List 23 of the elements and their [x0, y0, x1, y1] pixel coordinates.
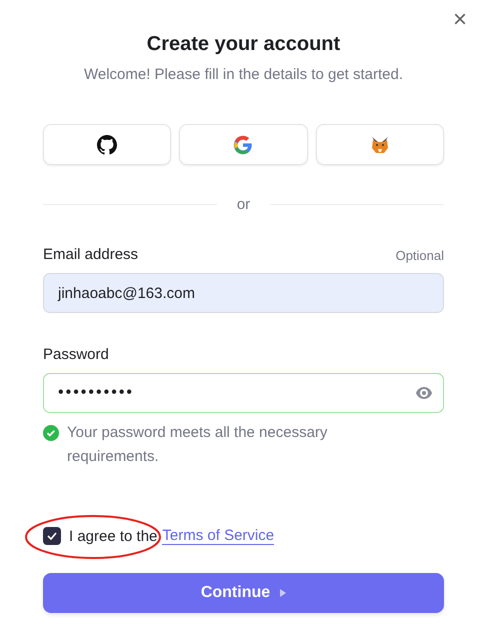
caret-icon — [280, 589, 286, 597]
github-icon — [97, 134, 118, 154]
divider-label: or — [236, 196, 250, 213]
password-message: Your password meets all the necessary requirements. — [67, 423, 328, 467]
password-label: Password — [43, 346, 109, 363]
terms-link[interactable]: Terms of Service — [162, 527, 274, 545]
close-button[interactable]: × — [448, 8, 471, 32]
google-icon — [233, 134, 254, 154]
subtitle: Welcome! Please fill in the details to get started. — [82, 66, 404, 83]
continue-button[interactable]: Continue — [43, 573, 444, 613]
email-field[interactable]: jinhaoabc@163.com — [43, 273, 444, 313]
terms-text: I agree to the — [69, 528, 158, 544]
google-sign-in-button[interactable] — [179, 124, 308, 165]
terms-checkbox[interactable] — [43, 527, 61, 545]
eye-icon[interactable] — [416, 387, 432, 399]
fox-icon — [370, 134, 390, 154]
password-field[interactable]: •••••••••• — [43, 373, 444, 413]
fox-sign-in-button[interactable] — [316, 124, 444, 165]
dialog-title: Create your account — [146, 32, 342, 56]
github-sign-in-button[interactable] — [43, 124, 172, 165]
checkmark-icon — [47, 532, 57, 540]
optional-label: Optional — [396, 248, 444, 263]
email-label: Email address — [43, 246, 138, 263]
